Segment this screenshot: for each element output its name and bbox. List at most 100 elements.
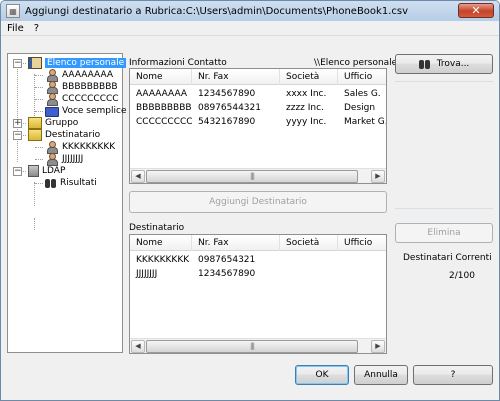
table-row[interactable]: KKKKKKKKK 0987654321	[130, 253, 386, 267]
recipient-list-header: Nome Nr. Fax Società Ufficio	[130, 235, 386, 251]
current-recipients-count: 2/100	[449, 271, 475, 281]
tree-node-label: KKKKKKKKK	[62, 142, 116, 152]
title-bar[interactable]: ▦ Aggiungi destinatario a Rubrica:C:\Use…	[1, 1, 499, 21]
column-header[interactable]: Società	[280, 69, 338, 85]
person-icon	[45, 93, 59, 106]
recipient-label: Destinatario	[129, 223, 185, 233]
table-cell: 1234567890	[198, 269, 256, 279]
table-cell: xxxx Inc.	[286, 89, 327, 99]
ok-button[interactable]: OK	[295, 365, 349, 385]
tree-connector	[35, 75, 43, 76]
menu-help[interactable]: ?	[28, 23, 43, 34]
group-icon	[28, 117, 42, 129]
binoculars-icon	[418, 58, 431, 70]
scroll-thumb[interactable]: |||	[146, 340, 358, 353]
table-cell	[280, 253, 338, 267]
tree-expander-icon[interactable]: −	[13, 59, 22, 68]
tree-node[interactable]: Gruppo	[28, 117, 78, 129]
column-header[interactable]: Nome	[130, 235, 192, 251]
table-cell: Market G.	[344, 117, 387, 127]
table-cell: zzzz Inc.	[286, 103, 324, 113]
table-cell	[280, 267, 338, 281]
tree-expander-icon[interactable]: −	[13, 131, 22, 140]
add-recipient-button[interactable]: Aggiungi Destinatario	[129, 191, 387, 213]
table-row[interactable]: CCCCCCCCC 5432167890 yyyy Inc. Market G.	[130, 115, 387, 129]
contact-list-hscrollbar[interactable]: ◀ ||| ▶	[130, 168, 386, 183]
close-button[interactable]: ✕	[458, 3, 494, 18]
contact-list[interactable]: Nome Nr. Fax Società Ufficio ◀ ||| ▶ AAAAAA…	[129, 68, 387, 184]
search-button[interactable]: Trova...	[395, 54, 493, 74]
contact-info-label: Informazioni Contatto	[129, 58, 227, 68]
scroll-thumb[interactable]: |||	[146, 170, 358, 183]
table-cell: JJJJJJJJ	[136, 269, 158, 279]
column-header[interactable]: Nr. Fax	[192, 69, 280, 85]
cancel-button[interactable]: Annulla	[354, 365, 408, 385]
column-header[interactable]: Nr. Fax	[192, 235, 280, 251]
recipient-group-icon	[28, 129, 42, 141]
tree-expander-icon[interactable]: +	[13, 119, 22, 128]
separator	[395, 81, 493, 82]
table-cell: 0987654321	[198, 255, 256, 265]
app-icon: ▦	[6, 4, 20, 18]
binoculars-icon	[45, 177, 57, 189]
scroll-left-button[interactable]: ◀	[131, 170, 145, 183]
separator	[395, 208, 493, 209]
tree-node[interactable]: AAAAAAAA	[45, 69, 114, 82]
tree-connector	[35, 159, 43, 160]
table-cell: 1234567890	[198, 89, 256, 99]
address-book-tree[interactable]: − Elenco personale AAAAAAAA BBBBBBBBB CCCCCC…	[7, 53, 127, 353]
delete-button[interactable]: Elimina	[395, 223, 493, 243]
tree-node[interactable]: Destinatario	[28, 129, 100, 141]
address-book-icon	[28, 57, 42, 69]
tree-node-label: BBBBBBBBB	[62, 82, 118, 92]
scroll-right-button[interactable]: ▶	[371, 170, 385, 183]
column-header[interactable]: Ufficio	[338, 69, 386, 85]
column-header[interactable]: Società	[280, 235, 338, 251]
person-icon	[45, 153, 59, 166]
ldap-server-icon	[28, 165, 39, 177]
tree-node[interactable]: LDAP	[28, 165, 65, 177]
table-cell	[338, 267, 386, 281]
column-header[interactable]: Nome	[130, 69, 192, 85]
contact-list-header: Nome Nr. Fax Società Ufficio	[130, 69, 386, 85]
column-header[interactable]: Ufficio	[338, 235, 386, 251]
tree-node-label: AAAAAAAA	[62, 70, 114, 80]
tree-connector	[17, 62, 18, 162]
table-row[interactable]: JJJJJJJJ 1234567890	[130, 267, 386, 281]
dialog-window: ▦ Aggiungi destinatario a Rubrica:C:\Use…	[0, 0, 500, 401]
menu-bar: File ?	[1, 21, 499, 36]
person-icon	[45, 81, 59, 94]
tree-expander-icon[interactable]: −	[13, 167, 22, 176]
tree-node-label: JJJJJJJJ	[62, 154, 84, 164]
tree-connector	[35, 183, 43, 184]
tree-node[interactable]: Risultati	[45, 177, 97, 189]
person-icon	[45, 141, 59, 154]
recipient-list[interactable]: Nome Nr. Fax Società Ufficio ◀ ||| ▶ KKKKKK…	[129, 234, 387, 354]
recipient-list-hscrollbar[interactable]: ◀ ||| ▶	[130, 338, 386, 353]
folder-icon	[45, 106, 59, 117]
table-cell: AAAAAAAA	[136, 89, 188, 99]
menu-file[interactable]: File	[1, 23, 28, 34]
current-recipients-label: Destinatari Correnti	[403, 253, 492, 263]
tree-node[interactable]: CCCCCCCCC	[45, 93, 119, 106]
tree-node[interactable]: BBBBBBBBB	[45, 81, 118, 94]
table-row[interactable]: BBBBBBBBB 08976544321 zzzz Inc. Design	[130, 101, 386, 115]
scroll-left-button[interactable]: ◀	[131, 340, 145, 353]
table-cell: yyyy Inc.	[286, 117, 327, 127]
table-row[interactable]: AAAAAAAA 1234567890 xxxx Inc. Sales G.	[130, 87, 386, 101]
tree-connector	[34, 218, 35, 230]
tree-node-label: Destinatario	[45, 130, 101, 140]
tree-node[interactable]: Voce semplice	[45, 105, 127, 117]
table-cell: KKKKKKKKK	[136, 255, 190, 265]
tree-connector	[35, 87, 43, 88]
tree-connector	[35, 99, 43, 100]
table-cell: 08976544321	[198, 103, 261, 113]
scroll-right-button[interactable]: ▶	[371, 340, 385, 353]
table-cell: Design	[344, 103, 376, 113]
table-cell: BBBBBBBBB	[136, 103, 192, 113]
tree-node[interactable]: JJJJJJJJ	[45, 153, 84, 166]
tree-node[interactable]: KKKKKKKKK	[45, 141, 116, 154]
tree-node[interactable]: Elenco personale	[28, 57, 127, 69]
tree-connector	[35, 147, 43, 148]
help-button[interactable]: ?	[413, 365, 493, 385]
